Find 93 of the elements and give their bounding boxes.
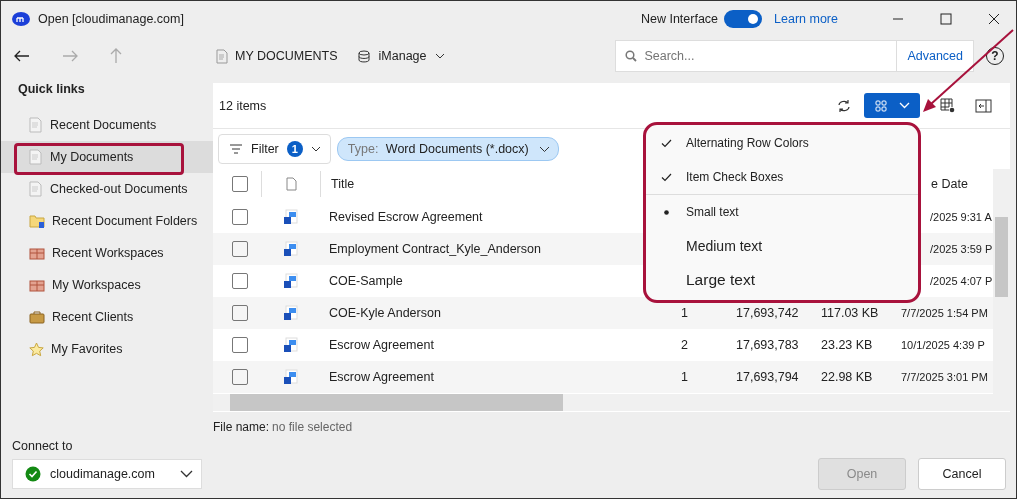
table-cell: 1 [681,370,688,384]
toggle-label: New Interface [640,12,719,26]
table-cell: 10/1/2025 4:39 P [901,339,985,351]
side-panel-icon[interactable] [975,98,992,113]
maximize-icon[interactable] [940,13,952,25]
window-title: Open [cloudimanage.com] [38,12,184,26]
sidebar-item[interactable]: Recent Clients [1,301,213,333]
bullet-icon [663,209,669,215]
table-cell: 1 [681,306,688,320]
server-dropdown[interactable]: cloudimanage.com [12,459,202,489]
menu-item[interactable]: Small text [646,194,918,229]
document-icon [29,181,43,197]
repository-dropdown[interactable]: iManage [378,49,427,63]
sidebar-item[interactable]: Recent Documents [1,109,213,141]
row-checkbox[interactable] [232,305,248,321]
table-cell: Employment Contract_Kyle_Anderson [329,242,541,256]
row-checkbox[interactable] [232,209,248,225]
select-all-checkbox[interactable] [232,176,248,192]
sidebar-item[interactable]: My Workspaces [1,269,213,301]
table-cell: COE-Sample [329,274,403,288]
grid-view-icon [874,99,887,112]
word-document-icon [282,305,298,321]
filter-icon [229,144,243,154]
type-filter-chip[interactable]: Type: Word Documents (*.docx) [336,137,559,161]
cancel-button[interactable]: Cancel [918,458,1006,490]
chevron-down-icon[interactable] [434,53,445,59]
document-icon [216,48,228,64]
table-cell: Revised Escrow Agreement [329,210,483,224]
row-checkbox[interactable] [232,337,248,353]
chevron-down-icon [180,470,193,478]
table-cell: 7/7/2025 1:54 PM [901,307,988,319]
table-cell: COE-Kyle Anderson [329,306,441,320]
menu-item[interactable]: Medium text [646,229,918,263]
back-arrow-icon[interactable] [14,50,30,62]
document-icon [29,117,43,133]
row-checkbox[interactable] [232,241,248,257]
database-icon [357,49,370,63]
menu-item[interactable]: Alternating Row Colors [646,126,918,160]
sidebar-item[interactable]: Recent Workspaces [1,237,213,269]
item-count: 12 items [219,98,267,113]
sidebar-heading: Quick links [17,81,86,98]
menu-item[interactable]: Large text [646,263,918,297]
chevron-down-icon [538,145,550,153]
table-cell: 22.98 KB [821,370,873,384]
table-cell: /2025 9:31 A [930,211,992,223]
table-cell: 2 [681,338,688,352]
sidebar-item[interactable]: Recent Document Folders [1,205,213,237]
view-options-button[interactable] [864,93,920,118]
column-header[interactable]: Title [331,177,355,191]
file-name-label: File name: [213,420,270,434]
filter-button[interactable]: Filter 1 [218,134,331,164]
table-cell: 17,693,783 [736,338,799,352]
close-icon[interactable] [988,13,1000,25]
learn-more-link[interactable]: Learn more [774,12,838,26]
table-cell: Escrow Agreement [329,370,434,384]
table-settings-icon[interactable] [940,98,955,113]
folder-icon [29,214,45,228]
row-checkbox[interactable] [232,273,248,289]
table-cell: 7/7/2025 3:01 PM [901,371,988,383]
checkmark-icon [660,138,672,148]
chevron-down-icon [898,102,910,109]
filter-count-badge: 1 [286,141,303,157]
sidebar-item[interactable]: Checked-out Documents [1,173,213,205]
column-header[interactable]: e Date [931,177,968,191]
sidebar-item[interactable]: My Favorites [1,333,213,365]
word-document-icon [282,273,298,289]
word-document-icon [282,241,298,257]
table-cell: /2025 3:59 P [930,243,993,255]
refresh-icon[interactable] [836,98,852,113]
toggle-switch[interactable] [724,10,763,28]
menu-item[interactable]: Item Check Boxes [646,160,918,194]
connect-label: Connect to [11,439,74,453]
row-checkbox[interactable] [232,369,248,385]
table-cell: Escrow Agreement [329,338,434,352]
file-type-column-icon [285,177,297,191]
document-icon [29,149,43,165]
search-icon [625,50,638,62]
table-cell: 17,693,742 [736,306,799,320]
chevron-down-icon [310,146,321,152]
word-document-icon [282,369,298,385]
breadcrumb[interactable]: MY DOCUMENTS [235,49,338,63]
search-field[interactable]: Search... [615,40,898,72]
advanced-button[interactable]: Advanced [897,40,974,72]
table-cell: 17,693,794 [736,370,799,384]
table-cell: 117.03 KB [821,306,879,320]
star-icon [29,341,44,357]
file-name-value: no file selected [272,420,353,434]
app-logo-icon [12,12,30,26]
table-cell: 23.23 KB [821,338,873,352]
word-document-icon [282,337,298,353]
checkmark-icon [660,172,672,182]
table-cell: /2025 4:07 P [930,275,993,287]
word-document-icon [282,209,298,225]
